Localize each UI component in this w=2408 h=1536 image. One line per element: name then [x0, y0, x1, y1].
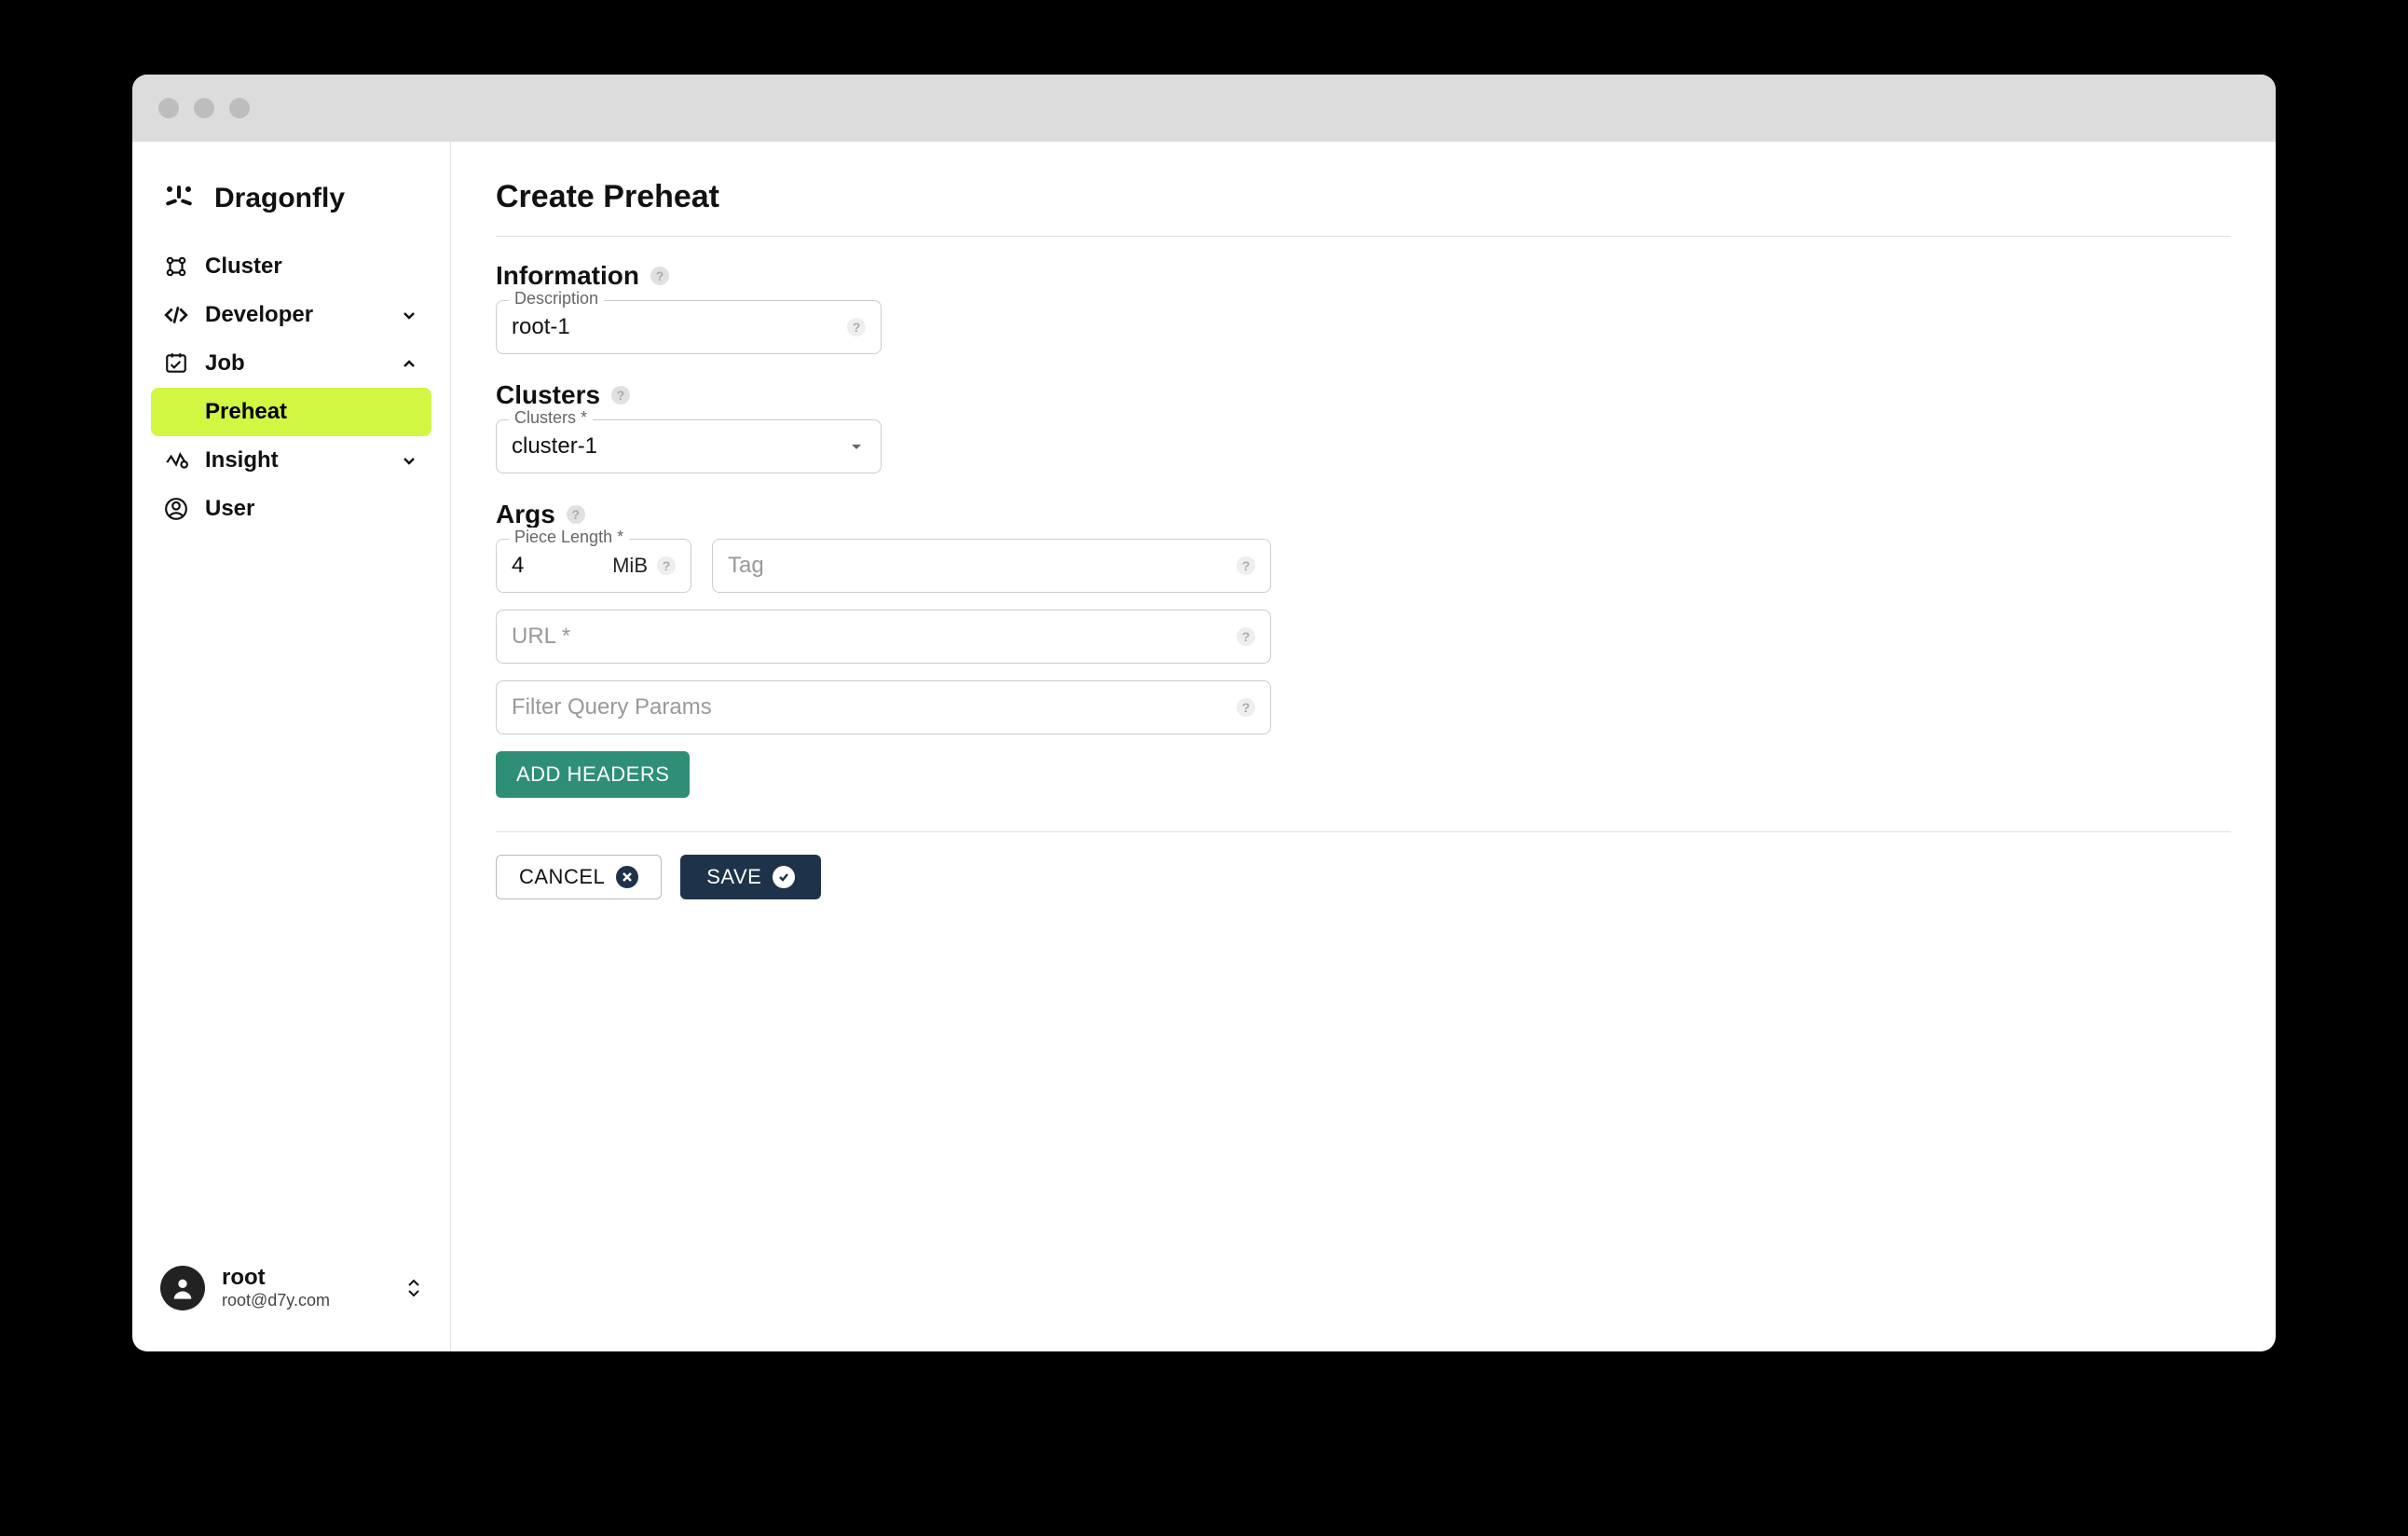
- sidebar-item-developer[interactable]: Developer: [151, 291, 431, 339]
- maximize-window-icon[interactable]: [229, 98, 250, 118]
- sidebar-item-label: Preheat: [205, 399, 287, 425]
- job-icon: [164, 351, 188, 376]
- section-heading-label: Args: [496, 500, 555, 529]
- cluster-icon: [164, 254, 188, 279]
- divider: [496, 831, 2231, 832]
- button-label: ADD HEADERS: [516, 762, 669, 787]
- brand-name: Dragonfly: [214, 183, 345, 214]
- description-input[interactable]: [512, 314, 847, 340]
- field-tag: ?: [712, 539, 1271, 593]
- user-name: root: [222, 1265, 389, 1291]
- sidebar-item-insight[interactable]: Insight: [151, 436, 431, 485]
- user-footer[interactable]: root root@d7y.com: [132, 1242, 450, 1351]
- sidebar-item-user[interactable]: User: [151, 485, 431, 533]
- sidebar-nav: Cluster Developer Job: [132, 242, 450, 533]
- help-icon[interactable]: ?: [1237, 627, 1255, 646]
- section-heading-information: Information ?: [496, 261, 2231, 291]
- chevron-down-icon: [400, 306, 418, 324]
- url-input[interactable]: [512, 624, 1237, 650]
- section-args: Args ? Piece Length * MiB ?: [496, 500, 2231, 798]
- sidebar-item-label: Developer: [205, 302, 400, 328]
- sidebar-item-preheat[interactable]: Preheat: [151, 388, 431, 436]
- save-button[interactable]: SAVE: [680, 855, 821, 899]
- field-label: Clusters *: [509, 408, 593, 428]
- tag-input[interactable]: [728, 553, 1237, 579]
- help-icon[interactable]: ?: [650, 267, 669, 285]
- field-filter-query: ?: [496, 680, 1271, 734]
- field-outline: ?: [712, 539, 1271, 593]
- page-title: Create Preheat: [496, 179, 2231, 237]
- field-clusters: Clusters * cluster-1: [496, 419, 882, 473]
- avatar: [160, 1266, 205, 1310]
- sidebar-item-label: Job: [205, 350, 400, 377]
- help-icon[interactable]: ?: [1237, 698, 1255, 717]
- section-heading-label: Information: [496, 261, 639, 291]
- sidebar-item-cluster[interactable]: Cluster: [151, 242, 431, 291]
- field-piece-length: Piece Length * MiB ?: [496, 539, 691, 593]
- code-icon: [164, 303, 188, 327]
- chevron-up-icon: [400, 354, 418, 373]
- button-label: SAVE: [706, 865, 761, 889]
- help-icon[interactable]: ?: [847, 318, 866, 336]
- sidebar-item-label: Cluster: [205, 254, 418, 280]
- sidebar-item-job[interactable]: Job: [151, 339, 431, 388]
- user-icon: [164, 497, 188, 521]
- help-icon[interactable]: ?: [611, 386, 630, 405]
- dragonfly-logo-icon: [164, 184, 194, 213]
- section-heading-clusters: Clusters ?: [496, 380, 2231, 410]
- action-row: CANCEL SAVE: [496, 855, 2231, 899]
- minimize-window-icon[interactable]: [194, 98, 214, 118]
- filter-query-input[interactable]: [512, 694, 1237, 720]
- brand: Dragonfly: [132, 168, 450, 242]
- help-icon[interactable]: ?: [1237, 556, 1255, 575]
- field-url: ?: [496, 610, 1271, 664]
- field-label: Piece Length *: [509, 528, 629, 547]
- piece-length-unit: MiB: [612, 554, 648, 578]
- close-window-icon[interactable]: [158, 98, 179, 118]
- check-icon: [773, 866, 795, 888]
- section-heading-args: Args ?: [496, 500, 2231, 529]
- sidebar: Dragonfly Cluster Developer: [132, 142, 451, 1351]
- sidebar-item-label: User: [205, 496, 418, 522]
- field-label: Description: [509, 289, 604, 309]
- help-icon[interactable]: ?: [657, 556, 676, 575]
- button-label: CANCEL: [519, 865, 605, 889]
- insight-icon: [164, 448, 188, 473]
- section-clusters: Clusters ? Clusters * cluster-1: [496, 380, 2231, 473]
- field-outline: ?: [496, 680, 1271, 734]
- app-body: Dragonfly Cluster Developer: [132, 142, 2276, 1351]
- cancel-button[interactable]: CANCEL: [496, 855, 662, 899]
- sidebar-item-label: Insight: [205, 447, 400, 473]
- user-meta: root root@d7y.com: [222, 1265, 389, 1310]
- clusters-selected-value: cluster-1: [512, 433, 847, 459]
- piece-length-input[interactable]: [512, 553, 612, 579]
- user-email: root@d7y.com: [222, 1291, 389, 1310]
- sidebar-spacer: [132, 533, 450, 1242]
- section-information: Information ? Description ?: [496, 261, 2231, 354]
- sidebar-sub-job: Preheat: [151, 388, 431, 436]
- add-headers-button[interactable]: ADD HEADERS: [496, 751, 690, 798]
- field-description: Description ?: [496, 300, 882, 354]
- app-window: Dragonfly Cluster Developer: [132, 75, 2276, 1351]
- main-content: Create Preheat Information ? Description…: [451, 142, 2276, 1351]
- titlebar: [132, 75, 2276, 142]
- chevron-down-icon: [400, 451, 418, 470]
- help-icon[interactable]: ?: [567, 505, 585, 524]
- section-heading-label: Clusters: [496, 380, 600, 410]
- user-menu-toggle-icon[interactable]: [405, 1279, 422, 1297]
- cancel-icon: [616, 866, 638, 888]
- field-outline: ?: [496, 610, 1271, 664]
- chevron-down-icon: [847, 437, 866, 456]
